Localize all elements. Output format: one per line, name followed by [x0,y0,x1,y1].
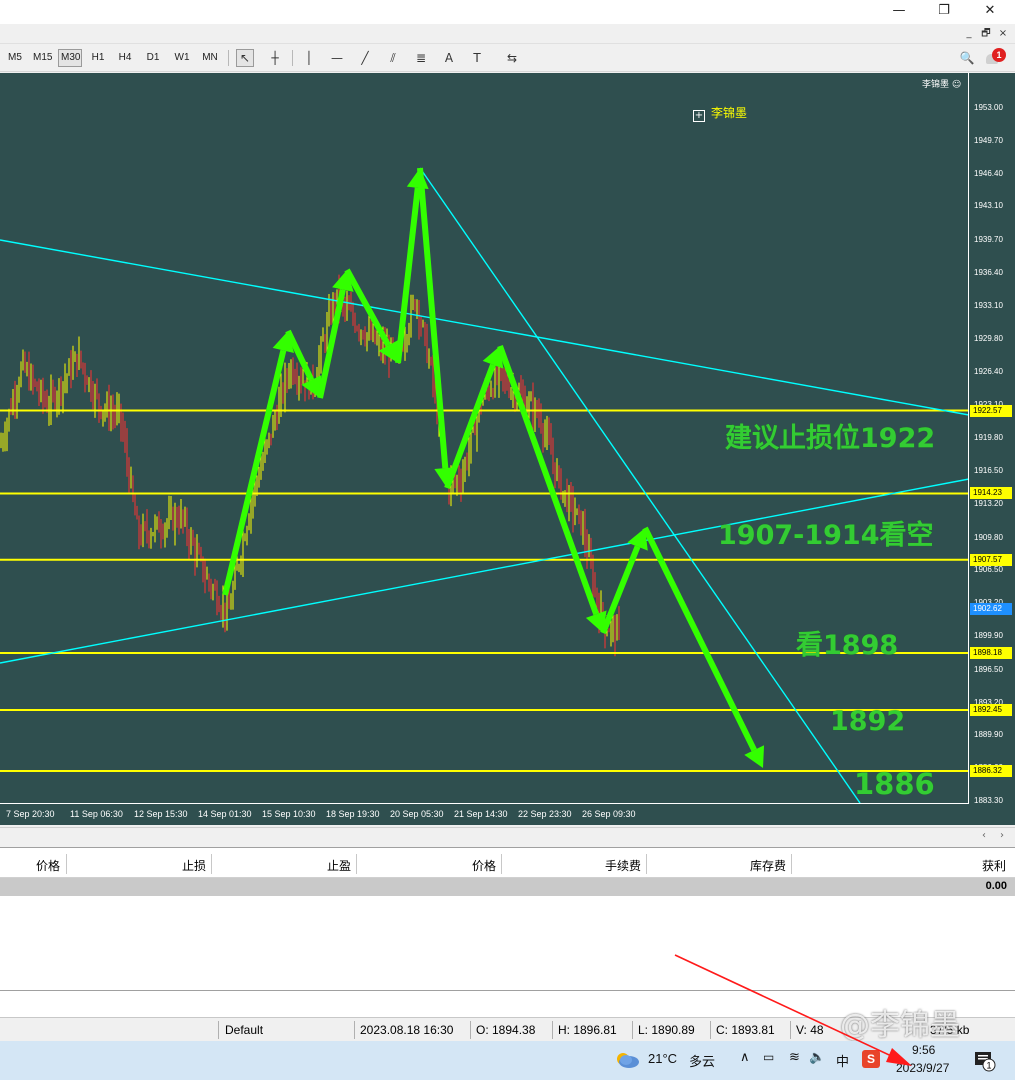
red-pointer-arrow [674,954,912,1066]
trading-terminal: — ❐ ✕ _ 🗗 × M5 M15 M30 H1 H4 D1 W1 MN ↖ … [0,0,1015,1080]
